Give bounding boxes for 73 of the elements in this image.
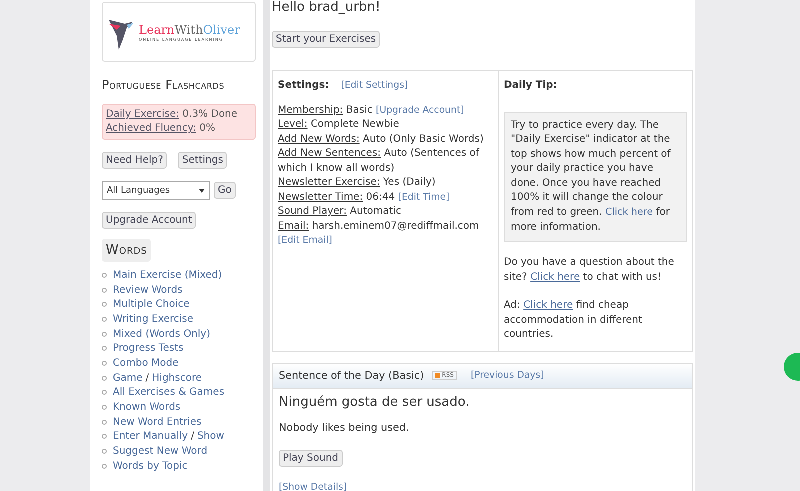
sidebar-title: Portuguese Flashcards [102,78,226,92]
menu-link[interactable]: Mixed (Words Only) [113,328,210,340]
bullet-icon [102,302,107,308]
bullet-icon [102,332,107,337]
setting-row-text: Newsletter Time: 06:44 [Edit Time] [278,190,451,204]
question-text: Do you have a question about the site? Click here to chat with us! [504,256,676,285]
edit-email-link[interactable]: [Edit Email] [278,235,332,246]
bullet-icon [102,390,107,396]
menu-link[interactable]: Multiple Choice [113,299,190,310]
bullet-icon [102,360,107,366]
menu-link[interactable]: Review Words [113,284,183,296]
setting-row-text: Level: Complete Newbie [278,118,400,132]
menu-link[interactable]: Suggest New Word [113,446,208,458]
caret-icon [199,188,205,192]
chat-link[interactable]: Click here [530,272,580,283]
setting-row-text: Sound Player: Automatic [278,205,402,219]
menu-link[interactable]: Game [113,372,143,384]
menu-link[interactable]: New Word Entries [113,416,202,428]
progress-value: 0% [200,123,216,134]
setting-row-text: Add New Words: Auto (Only Basic Words) [278,132,485,146]
setting-row-text: Add New Sentences: Auto (Sentences of which I know all words) [278,147,481,176]
sentence-title: Sentence of the Day (Basic) [279,370,424,382]
bullet-icon [102,464,107,469]
translation-text: Nobody likes being used. [279,422,410,434]
bullet-icon [102,405,107,410]
menu-link[interactable]: Combo Mode [113,358,179,369]
language-select[interactable]: All Languages [102,181,210,200]
menu-link[interactable]: Highscore [152,372,202,384]
tip-link[interactable]: Click here [606,207,654,218]
menu-link[interactable]: Progress Tests [113,343,184,354]
bullet-icon [102,288,107,293]
ad-text: Ad: Click here find cheap accommodation in different countries. [504,299,644,342]
menu-link[interactable]: Show [197,431,224,442]
bullet-icon [102,316,107,322]
show-details-link[interactable]: [Show Details] [279,482,348,491]
sidebar-button[interactable]: Need Help? [102,152,168,169]
sidebar-button[interactable]: Settings [178,152,228,169]
settings-title: Settings: [278,79,330,93]
greeting: Hello brad_urbn! [272,0,382,15]
separator-text: / [146,372,150,384]
setting-link[interactable]: [Upgrade Account] [376,104,464,116]
bullet-icon [102,449,107,454]
sentence-text: Ninguém gosta de ser usado. [279,394,471,410]
menu-link[interactable]: Words by Topic [113,460,188,472]
menu-link[interactable]: All Exercises & Games [113,387,225,398]
menu-link[interactable]: Main Exercise (Mixed) [113,270,222,281]
start-button[interactable]: Start your Exercises [272,31,380,48]
menu-link[interactable]: Enter Manually [113,431,188,442]
bullet-icon [102,272,107,278]
progress-link[interactable]: Daily Exercise: [106,109,180,120]
upgrade-button[interactable]: Upgrade Account [102,212,196,229]
separator-text: / [191,431,194,442]
bullet-icon [102,434,107,440]
play-sound-button[interactable]: Play Sound [279,450,343,467]
menu-link[interactable]: Writing Exercise [113,314,194,325]
bullet-icon [102,376,107,381]
setting-link[interactable]: [Edit Time] [398,192,450,202]
progress-link[interactable]: Achieved Fluency: [106,123,196,134]
setting-row-text: Newsletter Exercise: Yes (Daily) [278,176,437,190]
setting-row-text: Email: harsh.eminem07@rediffmail.com [278,220,480,234]
logo-name: LearnWithOliver [139,22,240,36]
go-button[interactable]: Go [214,182,236,199]
bullet-icon [102,420,107,425]
daily-tip-title: Daily Tip: [504,80,558,91]
ad-link[interactable]: Click here [524,300,574,312]
tip-text: Try to practice every day. The "Daily Exercise" indicator at the top shows how much percent of your daily practice you have done. Once you have reached 100% it will change the colour from red to green. Click here for more information. [504,112,687,242]
menu-link[interactable]: Known Words [113,402,181,414]
progress-value: 0.3% Done [182,109,238,120]
bullet-icon [102,346,107,352]
section-heading: Words [102,239,152,262]
edit-settings-link[interactable]: [Edit Settings] [341,79,408,94]
setting-row-text: Membership: Basic [Upgrade Account] [278,104,466,118]
previous-days-link[interactable]: [Previous Days] [470,370,544,382]
